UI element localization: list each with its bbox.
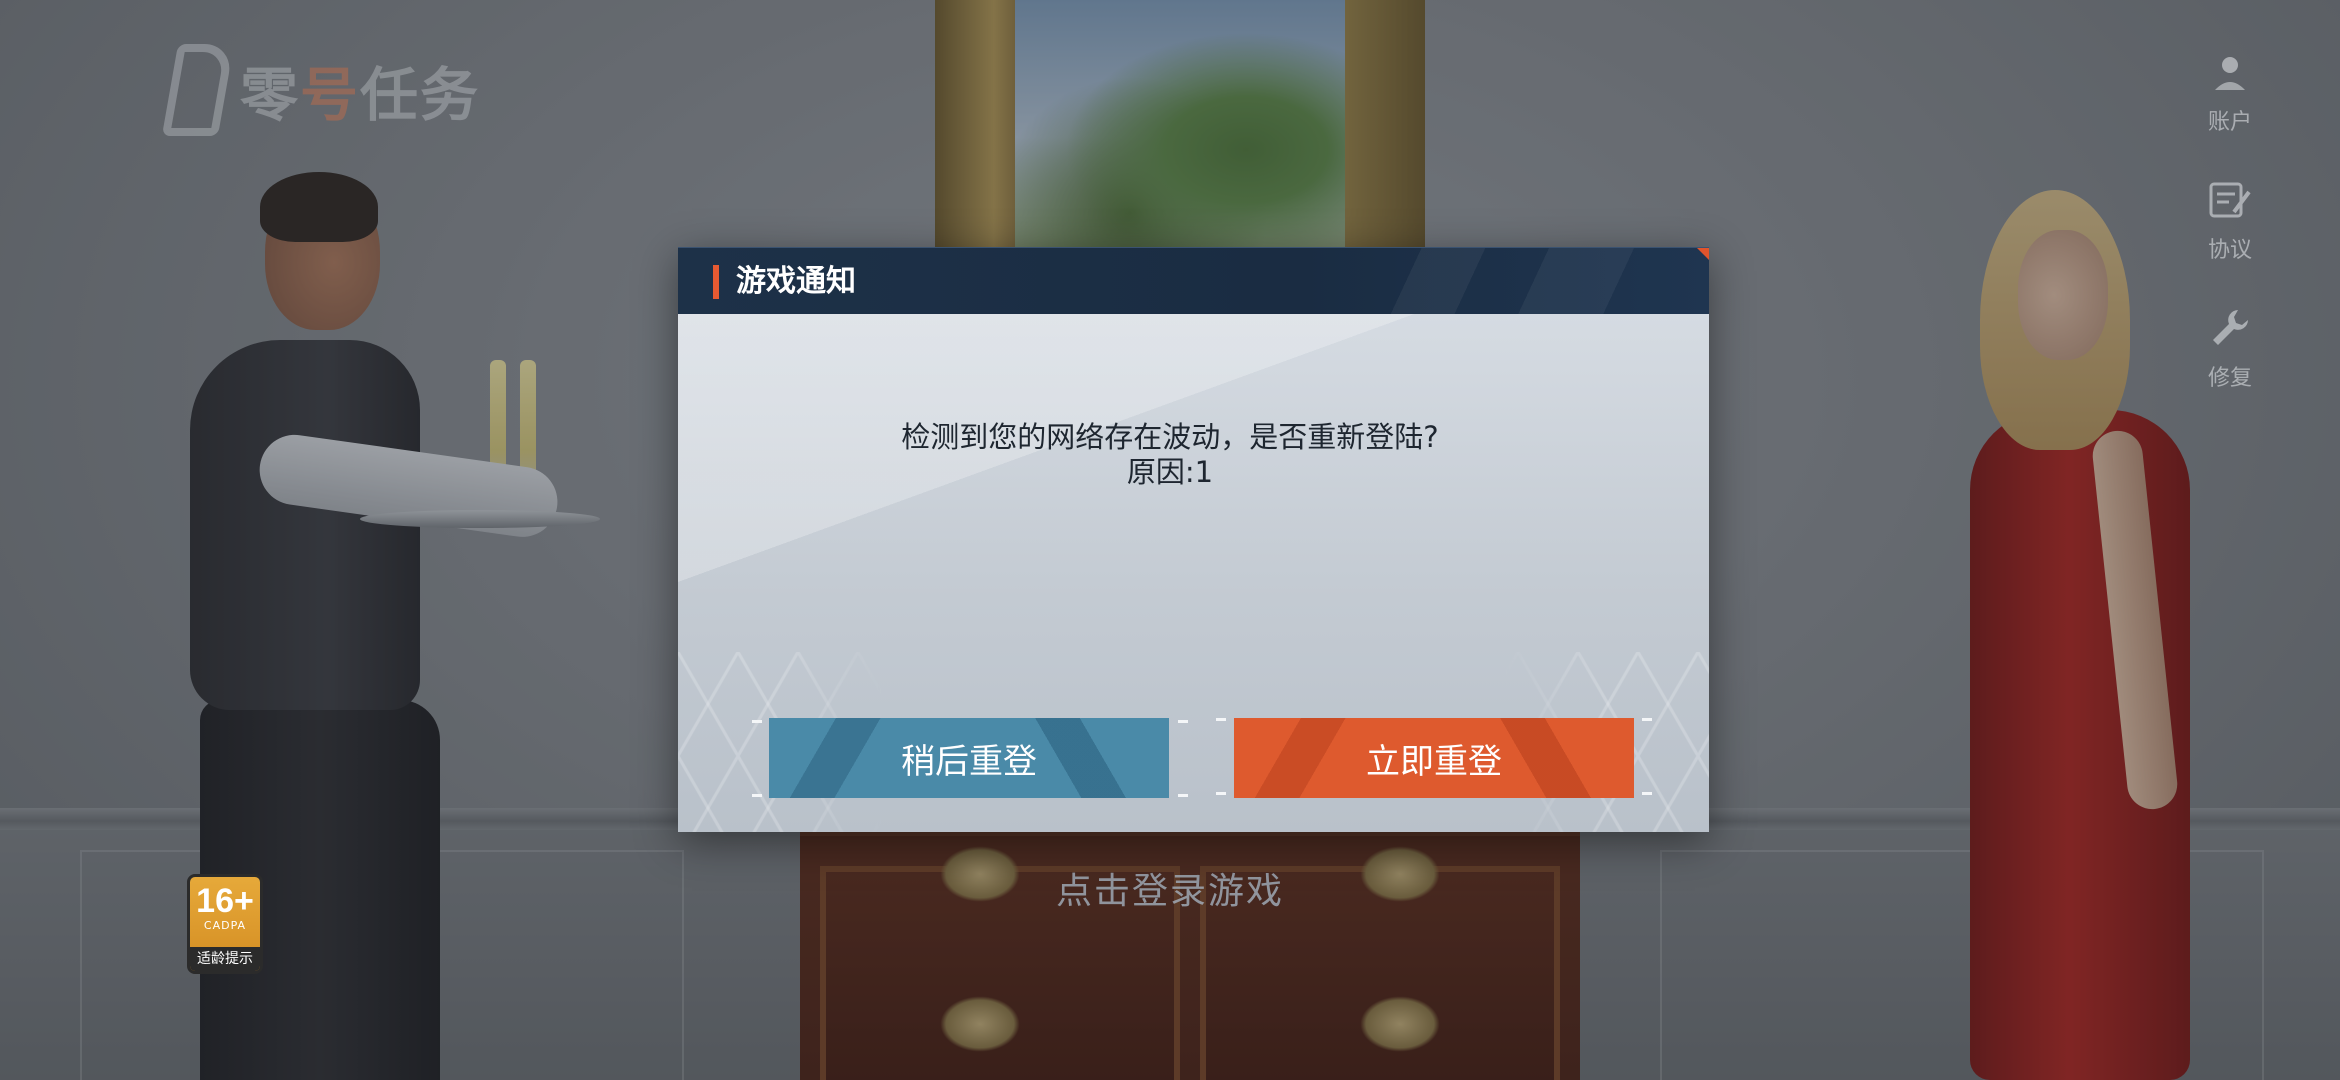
relogin-later-button[interactable]: 稍后重登 [769,718,1169,798]
button-bracket [752,720,762,723]
relogin-now-label: 立即重登 [1366,741,1502,782]
header-corner-accent [1697,248,1709,260]
dialog-title: 游戏通知 [736,264,856,299]
button-bracket [1642,718,1652,721]
side-item-repair[interactable]: 修复 [2208,306,2252,434]
game-logo: 零号任务 [161,40,520,140]
side-menu: 账户 协议 修复 [2190,50,2270,434]
button-bracket [1178,720,1188,723]
tap-to-login-text[interactable]: 点击登录游戏 [0,862,2340,914]
button-bracket [1178,794,1188,797]
logo-text: 零号任务 [240,61,481,129]
document-edit-icon [2208,178,2252,222]
dialog-message-reason: 原因:1 [1126,455,1214,489]
side-item-agreement[interactable]: 协议 [2208,178,2252,306]
dialog-message-line: 检测到您的网络存在波动，是否重新登陆? [901,420,1439,454]
age-rating-org: CADPA [203,919,247,932]
relogin-now-button[interactable]: 立即重登 [1234,718,1634,798]
logo-mark-icon [161,44,235,136]
user-icon [2208,50,2252,94]
button-bracket [1216,718,1226,721]
button-bracket [752,794,762,797]
side-item-label: 修复 [2207,366,2252,391]
title-accent-bar [713,265,719,299]
wrench-icon [2208,306,2252,350]
dialog-header: 游戏通知 [678,247,1709,315]
side-item-label: 协议 [2207,238,2252,263]
age-rating-tip: 适龄提示 [190,947,260,971]
dialog-message: 检测到您的网络存在波动，是否重新登陆? 原因:1 [0,420,2340,490]
button-bracket [1216,792,1226,795]
side-item-account[interactable]: 账户 [2208,50,2252,178]
relogin-later-label: 稍后重登 [901,741,1037,782]
side-item-label: 账户 [2207,110,2252,135]
button-bracket [1642,792,1652,795]
game-login-screen: 零号任务 账户 协议 修复 16+ CADPA 适龄提示 点击登录游戏 游戏通知… [0,0,2340,1080]
